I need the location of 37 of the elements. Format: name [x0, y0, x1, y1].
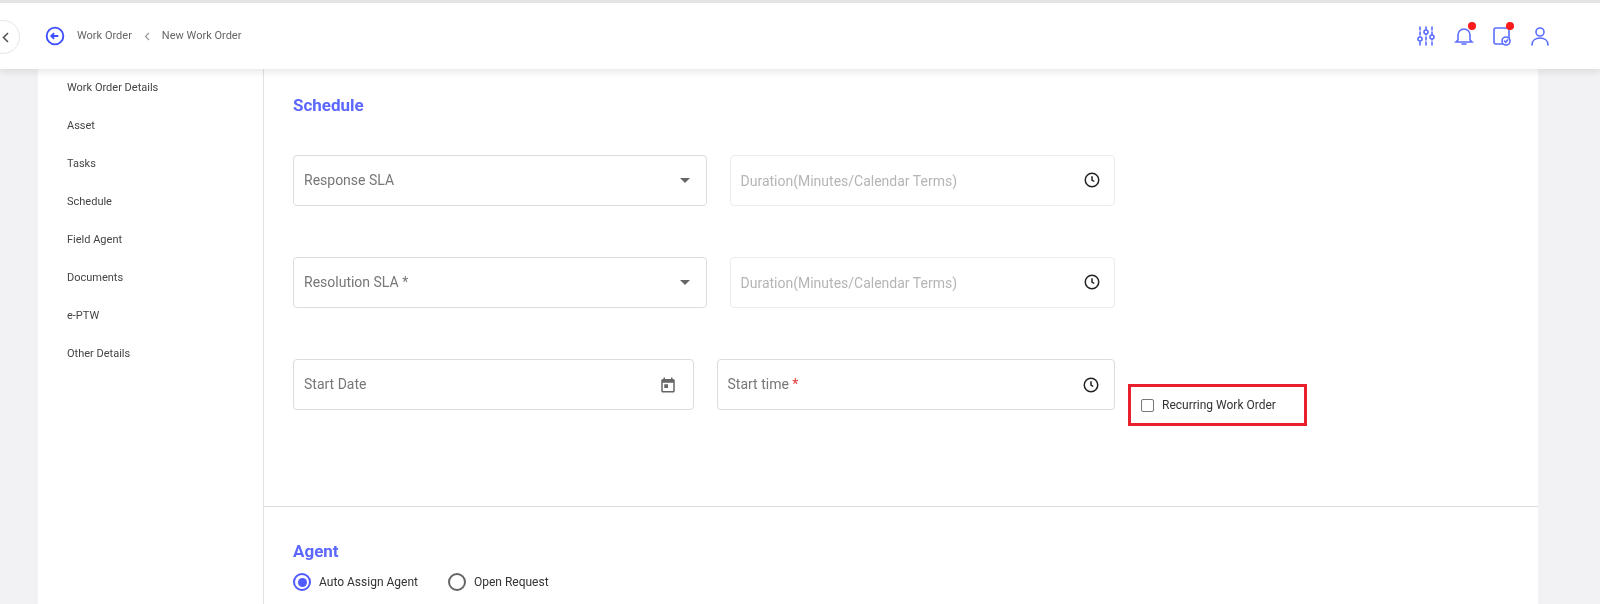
dropdown-caret-icon — [679, 280, 690, 285]
clock-icon[interactable] — [1083, 171, 1101, 189]
sidebar-item[interactable]: Tasks — [67, 155, 263, 173]
breadcrumb-link[interactable]: Work Order — [77, 27, 132, 45]
select-field[interactable]: Resolution SLA * — [293, 257, 707, 308]
sliders-icon[interactable] — [1414, 24, 1438, 48]
sidebar-item[interactable]: e-PTW — [67, 307, 263, 325]
clock-icon[interactable] — [1083, 273, 1101, 291]
bell-icon[interactable] — [1452, 24, 1476, 48]
sidebar-item[interactable]: Field Agent — [67, 231, 263, 249]
clock-icon[interactable] — [1082, 375, 1100, 394]
sidebar-item[interactable]: Other Details — [67, 345, 263, 363]
field-label: Start time * — [727, 375, 799, 394]
field-label: Start Date — [304, 375, 367, 394]
recurring-checkbox[interactable]: Recurring Work Order — [1141, 396, 1276, 414]
chevron-left-icon — [143, 31, 150, 41]
section-title: Agent — [293, 541, 340, 561]
select-field[interactable]: Response SLA — [293, 155, 707, 206]
calendar-check-icon[interactable] — [1490, 24, 1514, 48]
dropdown-caret-icon — [679, 178, 690, 183]
duration-field[interactable]: Duration(Minutes/Calendar Terms) — [729, 257, 1115, 308]
breadcrumb-link[interactable]: New Work Order — [161, 27, 242, 45]
time-field[interactable]: Start time * — [716, 359, 1115, 410]
radio-option[interactable]: Auto Assign Agent — [293, 573, 418, 591]
field-label: Resolution SLA * — [304, 273, 409, 292]
duration-field[interactable]: Duration(Minutes/Calendar Terms) — [729, 155, 1115, 206]
date-field[interactable]: Start Date — [293, 359, 694, 410]
sidebar-item[interactable]: Schedule — [67, 193, 263, 211]
section-title: Schedule — [293, 95, 365, 115]
sidebar-item[interactable]: Asset — [67, 117, 263, 135]
sidebar-item[interactable]: Documents — [67, 269, 263, 287]
calendar-icon[interactable] — [658, 375, 677, 394]
radio-option[interactable]: Open Request — [447, 573, 549, 591]
sidebar-item[interactable]: Work Order Details — [67, 79, 263, 97]
user-icon[interactable] — [1528, 24, 1552, 48]
chevron-left-icon — [2, 31, 9, 43]
field-label: Response SLA — [304, 171, 395, 190]
